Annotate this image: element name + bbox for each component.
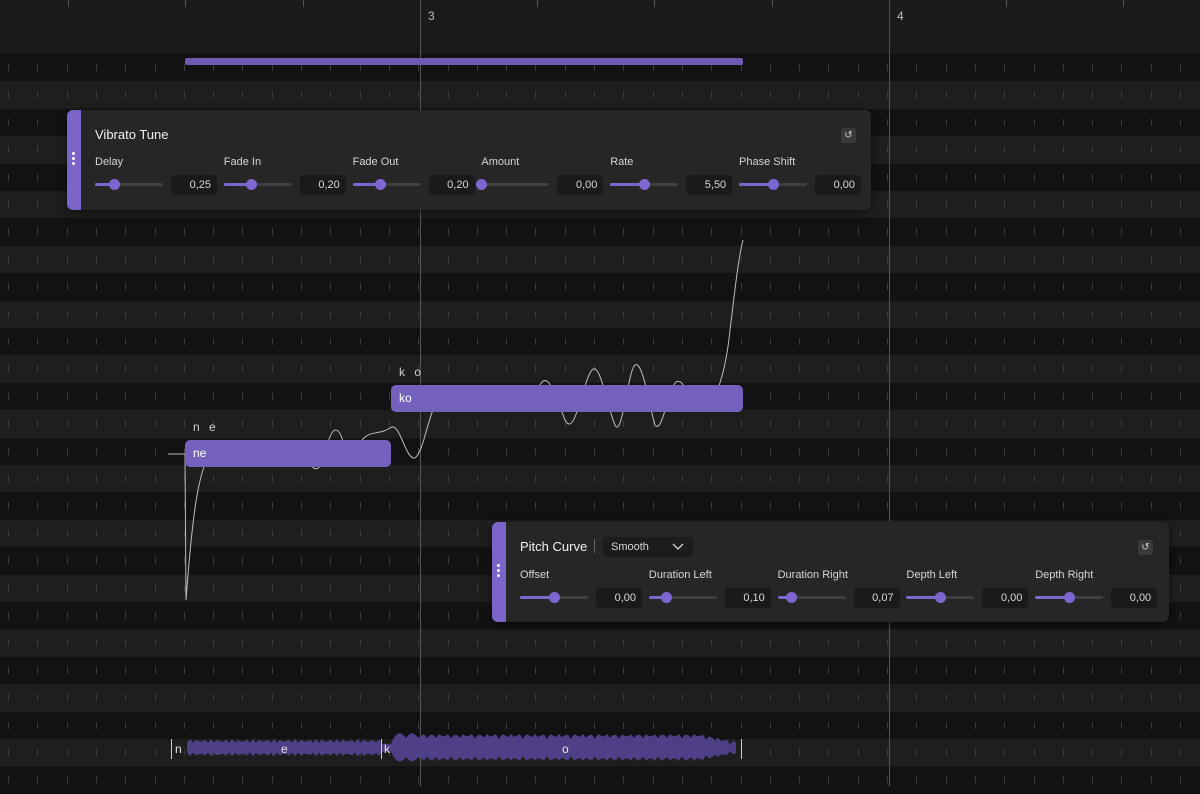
phoneme-label: o [562,742,569,756]
phoneme-label: n [175,742,182,756]
phoneme-label: e [281,742,288,756]
audio-waveform[interactable] [0,0,1200,786]
phoneme-boundary-marker[interactable] [381,739,382,759]
phoneme-boundary-marker[interactable] [741,739,742,759]
phoneme-boundary-marker[interactable] [171,739,172,759]
phoneme-label: k [384,742,390,756]
